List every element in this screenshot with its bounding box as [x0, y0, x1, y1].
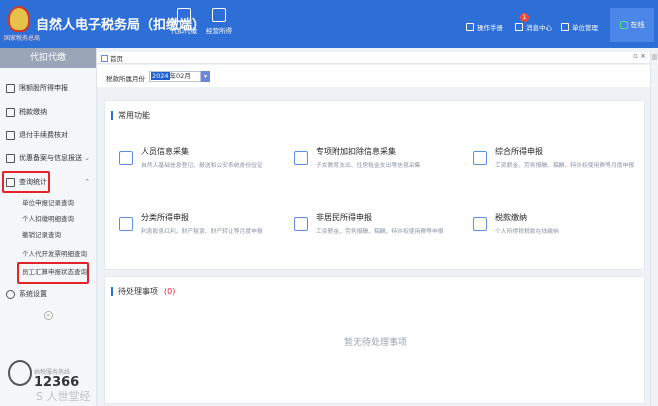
- func-classified-income[interactable]: 分类所得申报 利息股息红利、财产租赁、财产转让等月度申报: [113, 209, 283, 245]
- tool-withholding-label: 代扣代缴: [171, 27, 197, 35]
- func-desc: 工资薪金、劳务报酬、稿酬、特许权使用费等申报: [316, 229, 444, 235]
- tool-withholding[interactable]: 代扣代缴: [166, 8, 202, 35]
- tab-bar: 首页 ▫ ×: [97, 52, 650, 64]
- manual-link[interactable]: 操作手册: [466, 22, 503, 32]
- sidebar-item-preferential-filing[interactable]: 优惠备案与信息报送 ⌄: [0, 150, 96, 166]
- message-count-badge: 1: [520, 13, 529, 22]
- func-desc: 子女教育支出、住房租金支出等信息采集: [316, 163, 421, 169]
- func-tax-payment[interactable]: 税款缴纳 个人所得税税款在线缴纳: [467, 209, 637, 245]
- scrollbar-thumb[interactable]: [652, 54, 657, 60]
- func-name: 综合所得申报: [495, 147, 543, 156]
- tax-month-label: 税款所属月份: [106, 75, 145, 83]
- common-functions-title: 常用功能: [111, 111, 150, 120]
- func-desc: 利息股息红利、财产租赁、财产转让等月度申报: [141, 229, 263, 235]
- hotline-logo-icon: [8, 360, 32, 386]
- withholding-icon: [177, 8, 191, 22]
- manual-link-label: 操作手册: [477, 24, 503, 32]
- sidebar-item-label: 限额股所得申报: [19, 84, 68, 92]
- highlight-box-settlement-query: [17, 262, 89, 284]
- chevron-up-icon: ⌃: [84, 178, 90, 186]
- tool-business-income-label: 经营所得: [206, 27, 232, 35]
- id-card-icon: [294, 151, 308, 165]
- pending-items-panel: 待处理事项 (0) 暂无待处理事项: [104, 276, 645, 404]
- unit-icon: [561, 23, 569, 31]
- sidebar-item-system-settings[interactable]: 系统设置: [0, 286, 96, 302]
- edit-icon: [119, 217, 133, 231]
- main-scrollbar[interactable]: [650, 52, 658, 406]
- pending-title-text: 待处理事项: [118, 287, 158, 296]
- manual-icon: [466, 23, 474, 31]
- func-desc: 个人所得税税款在线缴纳: [495, 229, 559, 235]
- window-controls[interactable]: ▫ ×: [633, 52, 646, 60]
- highlight-box-query-stats: [2, 171, 50, 193]
- tab-home[interactable]: 首页: [101, 53, 123, 63]
- sidebar-item-label: 税款缴纳: [19, 108, 47, 116]
- sidebar-collapse-button[interactable]: «: [44, 311, 53, 320]
- document-icon: [6, 130, 15, 140]
- func-name: 专项附加扣除信息采集: [316, 147, 396, 156]
- func-name: 人员信息采集: [141, 147, 189, 156]
- sidebar-subitem-personal-detail-query[interactable]: 个人扣缴明细查询: [0, 212, 96, 227]
- person-card-icon: [119, 151, 133, 165]
- receipt-icon: [6, 107, 15, 117]
- func-special-deduction[interactable]: 专项附加扣除信息采集 子女教育支出、住房租金支出等信息采集: [288, 143, 458, 179]
- sidebar-item-label: 优惠备案与信息报送: [19, 154, 82, 162]
- func-name: 非居民所得申报: [316, 213, 372, 222]
- business-income-icon: [212, 8, 226, 22]
- app-header: 国家税务总局 自然人电子税务局（扣缴端） 代扣代缴 经营所得 操作手册 消息中心…: [0, 0, 658, 48]
- tax-month-rest: 年02月: [169, 72, 191, 80]
- sidebar-title: 代扣代缴: [0, 48, 96, 68]
- edit-icon: [294, 217, 308, 231]
- online-icon: [619, 21, 628, 29]
- payment-icon: [473, 217, 487, 231]
- func-desc: 工资薪金、劳务报酬、稿酬、特许权使用费等月度申报: [495, 163, 635, 169]
- message-center-link[interactable]: 消息中心: [515, 22, 552, 32]
- pending-empty-message: 暂无待处理事项: [343, 338, 407, 348]
- unit-management-link[interactable]: 单位管理: [561, 22, 598, 32]
- chevron-down-icon: ⌄: [84, 154, 90, 162]
- sidebar-item-label: 系统设置: [19, 290, 47, 298]
- tax-month-input[interactable]: 2024年02月: [149, 71, 201, 82]
- common-functions-panel: 常用功能 人员信息采集 自然人基础信息登记、报送和公安系统身份验证 专项附加扣除…: [104, 100, 645, 270]
- pending-count: (0): [164, 287, 176, 296]
- sidebar-subitem-unit-record-query[interactable]: 单位申报记录查询: [0, 196, 96, 211]
- tax-month-year: 2024: [151, 72, 170, 80]
- sidebar-item-label: 退付手续费核对: [19, 131, 68, 139]
- tax-emblem-icon: [8, 6, 30, 32]
- tab-home-label: 首页: [110, 55, 123, 63]
- gear-icon: [6, 289, 15, 299]
- unit-management-label: 单位管理: [572, 24, 598, 32]
- func-desc: 自然人基础信息登记、报送和公安系统身份验证: [141, 163, 263, 169]
- home-icon: [101, 54, 108, 62]
- tool-business-income[interactable]: 经营所得: [201, 8, 237, 35]
- folder-icon: [6, 153, 15, 163]
- func-comprehensive-income[interactable]: 综合所得申报 工资薪金、劳务报酬、稿酬、特许权使用费等月度申报: [467, 143, 637, 179]
- sidebar-item-refund-fee-check[interactable]: 退付手续费核对: [0, 127, 96, 143]
- online-label: 在线: [630, 21, 645, 29]
- message-icon: [515, 23, 523, 31]
- watermark-text: S 人世堂经: [36, 390, 91, 403]
- func-name: 税款缴纳: [495, 213, 527, 222]
- func-person-info[interactable]: 人员信息采集 自然人基础信息登记、报送和公安系统身份验证: [113, 143, 283, 179]
- chart-icon: [6, 83, 15, 93]
- func-nonresident-income[interactable]: 非居民所得申报 工资薪金、劳务报酬、稿酬、特许权使用费等申报: [288, 209, 458, 245]
- online-status-button[interactable]: 在线: [610, 8, 654, 42]
- tax-month-picker-button[interactable]: ▾: [201, 71, 210, 82]
- sidebar-item-tax-payment[interactable]: 税款缴纳: [0, 104, 96, 120]
- sidebar: 代扣代缴: [0, 48, 97, 406]
- message-center-label: 消息中心: [526, 24, 552, 32]
- pending-items-title: 待处理事项 (0): [111, 287, 175, 296]
- logo-subtitle: 国家税务总局: [4, 35, 41, 42]
- sidebar-item-limited-share-income[interactable]: 限额股所得申报: [0, 80, 96, 96]
- income-icon: [473, 151, 487, 165]
- func-name: 分类所得申报: [141, 213, 189, 222]
- filter-bar: 税款所属月份 2024年02月 ▾: [97, 65, 650, 87]
- sidebar-subitem-revoke-record-query[interactable]: 撤销记录查询: [0, 228, 96, 243]
- sidebar-subitem-invoice-detail-query[interactable]: 个人代开发票明细查询: [0, 247, 96, 262]
